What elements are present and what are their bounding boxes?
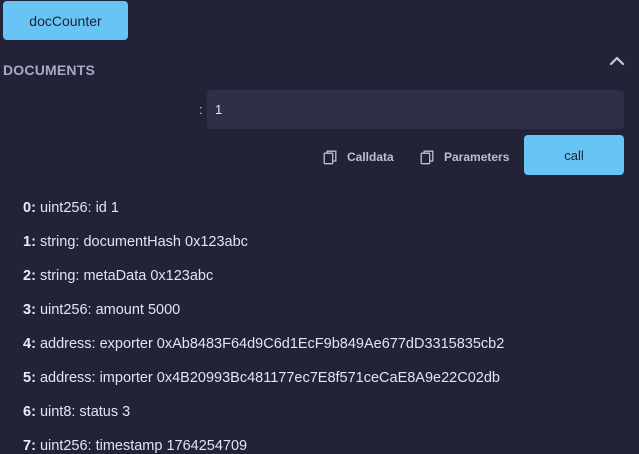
calldata-label: Calldata [347, 150, 394, 164]
function-panel: docCounter DOCUMENTS : Calldata Paramete… [0, 0, 639, 454]
result-index: 5: [23, 370, 36, 386]
copy-calldata-button[interactable]: Calldata [322, 147, 394, 167]
result-index: 1: [23, 234, 36, 250]
result-value: string: documentHash 0x123abc [39, 234, 248, 250]
result-value: uint256: amount 5000 [39, 302, 181, 318]
result-item: 0: uint256: id 1 [23, 198, 504, 232]
result-index: 7: [23, 438, 36, 454]
result-index: 6: [23, 404, 36, 420]
result-index: 3: [23, 302, 36, 318]
result-index: 0: [23, 200, 36, 216]
parameter-label: : [199, 102, 203, 117]
result-item: 3: uint256: amount 5000 [23, 300, 504, 334]
result-list: 0: uint256: id 1 1: string: documentHash… [23, 198, 504, 454]
chevron-up-icon[interactable] [607, 52, 627, 70]
function-name-button[interactable]: docCounter [3, 1, 128, 40]
parameters-label: Parameters [444, 150, 510, 164]
call-button[interactable]: call [524, 135, 624, 175]
result-item: 7: uint256: timestamp 1764254709 [23, 436, 504, 454]
call-label: call [564, 147, 584, 163]
result-value: uint8: status 3 [39, 404, 131, 420]
copy-icon [322, 149, 338, 165]
result-item: 4: address: exporter 0xAb8483F64d9C6d1Ec… [23, 334, 504, 368]
result-value: address: importer 0x4B20993Bc481177ec7E8… [39, 370, 500, 386]
result-value: uint256: timestamp 1764254709 [39, 438, 248, 454]
result-index: 2: [23, 268, 36, 284]
result-index: 4: [23, 336, 36, 352]
result-item: 5: address: importer 0x4B20993Bc481177ec… [23, 368, 504, 402]
parameter-input[interactable] [207, 90, 624, 129]
result-value: string: metaData 0x123abc [39, 268, 214, 284]
result-item: 6: uint8: status 3 [23, 402, 504, 436]
result-value: address: exporter 0xAb8483F64d9C6d1EcF9b… [39, 336, 505, 352]
function-name-label: docCounter [29, 12, 102, 29]
copy-parameters-button[interactable]: Parameters [419, 147, 509, 167]
section-title: DOCUMENTS [3, 62, 96, 78]
copy-icon [419, 149, 435, 165]
result-item: 2: string: metaData 0x123abc [23, 266, 504, 300]
result-item: 1: string: documentHash 0x123abc [23, 232, 504, 266]
result-value: uint256: id 1 [39, 200, 119, 216]
